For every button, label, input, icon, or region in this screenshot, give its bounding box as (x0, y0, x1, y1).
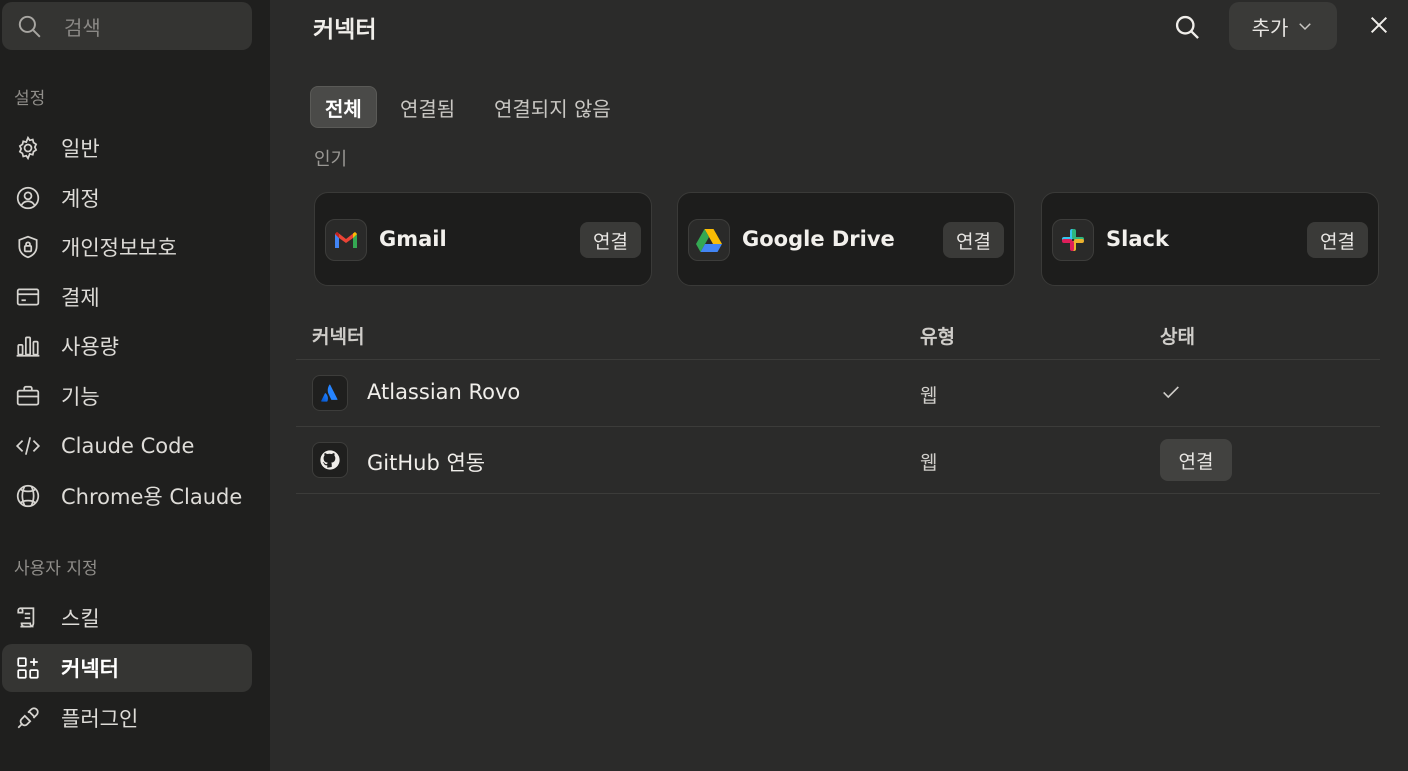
close-button[interactable] (1364, 10, 1394, 40)
column-header-status: 상태 (1160, 326, 1195, 348)
connector-card-gmail[interactable]: Gmail 연결 (314, 192, 652, 286)
gear-icon (15, 135, 41, 161)
scroll-icon (15, 605, 41, 631)
tab-not-connected[interactable]: 연결되지 않음 (480, 86, 625, 128)
close-icon (1370, 16, 1388, 34)
github-icon (312, 442, 348, 478)
sidebar-item-label: 플러그인 (61, 707, 139, 731)
grid-plus-icon (15, 655, 41, 681)
connector-name: Atlassian Rovo (367, 380, 521, 404)
table-divider (296, 359, 1380, 360)
sidebar-item-label: 사용량 (61, 335, 119, 359)
column-header-type: 유형 (920, 326, 955, 348)
add-button-label: 추가 (1251, 15, 1289, 40)
bar-chart-icon (15, 333, 41, 359)
check-icon (1160, 381, 1182, 407)
slack-icon (1052, 219, 1094, 261)
chevron-down-icon (1299, 23, 1312, 31)
google-drive-icon (688, 219, 730, 261)
sidebar-item-features[interactable]: 기능 (2, 372, 252, 420)
connector-type: 웹 (920, 385, 938, 407)
custom-section-label: 사용자 지정 (14, 559, 98, 579)
sidebar-item-general[interactable]: 일반 (2, 124, 252, 172)
sidebar-item-label: 일반 (61, 137, 100, 161)
add-button[interactable]: 추가 (1229, 2, 1337, 50)
table-divider (296, 426, 1380, 427)
tab-connected[interactable]: 연결됨 (386, 86, 469, 128)
credit-card-icon (15, 284, 41, 310)
header-search-button[interactable] (1170, 10, 1204, 44)
sidebar-item-usage[interactable]: 사용량 (2, 322, 252, 370)
globe-icon (15, 483, 41, 509)
table-divider (296, 493, 1380, 494)
app-window: 검색 설정 일반 계정 개인정보보호 결제 사용량 기능 Claude Code… (0, 0, 1408, 771)
sidebar-item-account[interactable]: 계정 (2, 174, 252, 222)
sidebar-item-chrome[interactable]: Chrome용 Claude (2, 472, 252, 520)
gmail-icon (325, 219, 367, 261)
sidebar-item-label: 스킬 (61, 607, 100, 631)
sidebar-item-skills[interactable]: 스킬 (2, 594, 252, 642)
connect-button[interactable]: 연결 (1160, 439, 1232, 481)
page-title: 커넥터 (313, 17, 377, 43)
sidebar-item-label: 계정 (61, 187, 100, 211)
sidebar-item-label: 결제 (61, 286, 100, 310)
atlassian-icon (312, 375, 348, 411)
sidebar-item-plugins[interactable]: 플러그인 (2, 694, 252, 742)
sidebar-search[interactable]: 검색 (2, 2, 252, 50)
settings-section-label: 설정 (14, 89, 46, 109)
connector-card-google-drive[interactable]: Google Drive 연결 (677, 192, 1015, 286)
connector-card-slack[interactable]: Slack 연결 (1041, 192, 1379, 286)
connect-button[interactable]: 연결 (943, 222, 1004, 258)
connector-name: Slack (1106, 227, 1169, 251)
column-header-connector: 커넥터 (312, 326, 365, 348)
sidebar-item-claude-code[interactable]: Claude Code (2, 422, 252, 470)
sidebar: 검색 설정 일반 계정 개인정보보호 결제 사용량 기능 Claude Code… (0, 0, 270, 771)
briefcase-icon (15, 383, 41, 409)
connector-type: 웹 (920, 452, 938, 474)
sidebar-item-label: 커넥터 (61, 657, 119, 681)
sidebar-item-label: Claude Code (61, 434, 195, 458)
tab-all[interactable]: 전체 (310, 86, 377, 128)
sidebar-item-label: 기능 (61, 385, 100, 409)
sidebar-item-label: Chrome용 Claude (61, 485, 243, 509)
user-circle-icon (15, 185, 41, 211)
sidebar-item-privacy[interactable]: 개인정보보호 (2, 223, 252, 271)
sidebar-item-label: 개인정보보호 (61, 236, 177, 260)
search-icon (1175, 15, 1199, 39)
connect-button[interactable]: 연결 (1307, 222, 1368, 258)
search-icon (18, 15, 41, 38)
connector-name: Google Drive (742, 227, 895, 251)
main-panel: 커넥터 추가 전체 연결됨 연결되지 않음 인기 Gmail 연결 Google… (270, 0, 1408, 771)
shield-lock-icon (15, 234, 41, 260)
popular-section-label: 인기 (314, 149, 348, 170)
code-icon (15, 433, 41, 459)
search-placeholder: 검색 (64, 15, 101, 40)
connector-name: Gmail (379, 227, 447, 251)
sidebar-item-connectors[interactable]: 커넥터 (2, 644, 252, 692)
connector-name: GitHub 연동 (367, 451, 486, 475)
sidebar-item-billing[interactable]: 결제 (2, 273, 252, 321)
plug-icon (15, 705, 41, 731)
connect-button[interactable]: 연결 (580, 222, 641, 258)
